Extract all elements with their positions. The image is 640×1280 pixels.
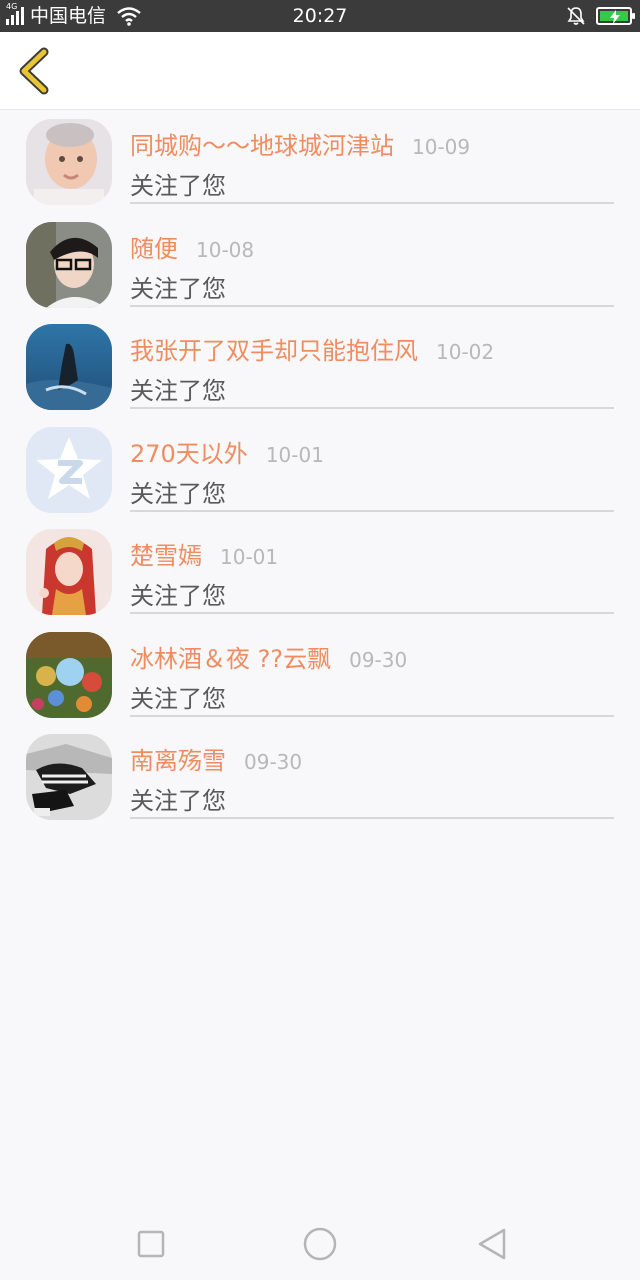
- follow-date: 09-30: [244, 750, 303, 774]
- chevron-left-icon[interactable]: [14, 46, 54, 96]
- follow-message: 关注了您: [130, 684, 226, 713]
- list-item[interactable]: 270天以外 10-01 关注了您: [0, 424, 640, 527]
- avatar[interactable]: [26, 426, 112, 513]
- navigation-bar: [0, 1210, 640, 1280]
- follow-message: 关注了您: [130, 479, 226, 508]
- list-item[interactable]: 同城购～～地球城河津站 10-09 关注了您: [0, 116, 640, 219]
- bell-muted-icon: [567, 7, 585, 25]
- follow-date: 10-02: [436, 340, 495, 364]
- follower-name[interactable]: 270天以外: [130, 434, 248, 469]
- follower-name[interactable]: 楚雪嫣: [130, 536, 202, 571]
- follow-date: 10-09: [412, 135, 471, 159]
- avatar[interactable]: [26, 119, 112, 205]
- header-bar: [0, 32, 640, 110]
- clock: 20:27: [292, 5, 348, 27]
- avatar[interactable]: [26, 631, 112, 718]
- avatar[interactable]: [26, 221, 112, 308]
- follow-message: 关注了您: [130, 172, 226, 200]
- follower-name[interactable]: 随便: [130, 229, 178, 264]
- back-triangle-icon[interactable]: [474, 1226, 510, 1262]
- follow-date: 09-30: [349, 647, 408, 672]
- avatar[interactable]: [26, 324, 112, 410]
- follower-name[interactable]: 我张开了双手却只能抱住风: [130, 331, 418, 366]
- list-item[interactable]: 随便 10-08 关注了您: [0, 219, 640, 322]
- list-item[interactable]: 冰林酒＆夜 ??云飘 09-30 关注了您: [0, 629, 640, 732]
- avatar[interactable]: [26, 734, 112, 820]
- follow-date: 10-01: [220, 545, 279, 569]
- avatar[interactable]: [26, 529, 112, 615]
- follower-name[interactable]: 冰林酒＆夜 ??云飘: [130, 639, 331, 674]
- follow-message: 关注了您: [130, 274, 226, 303]
- follow-date: 10-08: [196, 237, 255, 262]
- follower-list: 同城购～～地球城河津站 10-09 关注了您 随便 10-08 关注了您 我张开…: [0, 116, 640, 834]
- follow-message: 关注了您: [130, 582, 226, 610]
- list-item[interactable]: 楚雪嫣 10-01 关注了您: [0, 526, 640, 629]
- follower-name[interactable]: 南离殇雪: [130, 741, 226, 776]
- follow-message: 关注了您: [130, 377, 226, 405]
- follow-date: 10-01: [265, 442, 324, 467]
- status-bar: 4G 中国电信 20:27: [0, 0, 640, 32]
- follow-message: 关注了您: [130, 787, 226, 815]
- home-icon[interactable]: [302, 1226, 338, 1262]
- recent-apps-icon[interactable]: [133, 1226, 169, 1262]
- follower-name[interactable]: 同城购～～地球城河津站: [130, 126, 394, 161]
- battery-charging-icon: [596, 7, 635, 25]
- list-item[interactable]: 我张开了双手却只能抱住风 10-02 关注了您: [0, 321, 640, 424]
- list-item[interactable]: 南离殇雪 09-30 关注了您: [0, 731, 640, 834]
